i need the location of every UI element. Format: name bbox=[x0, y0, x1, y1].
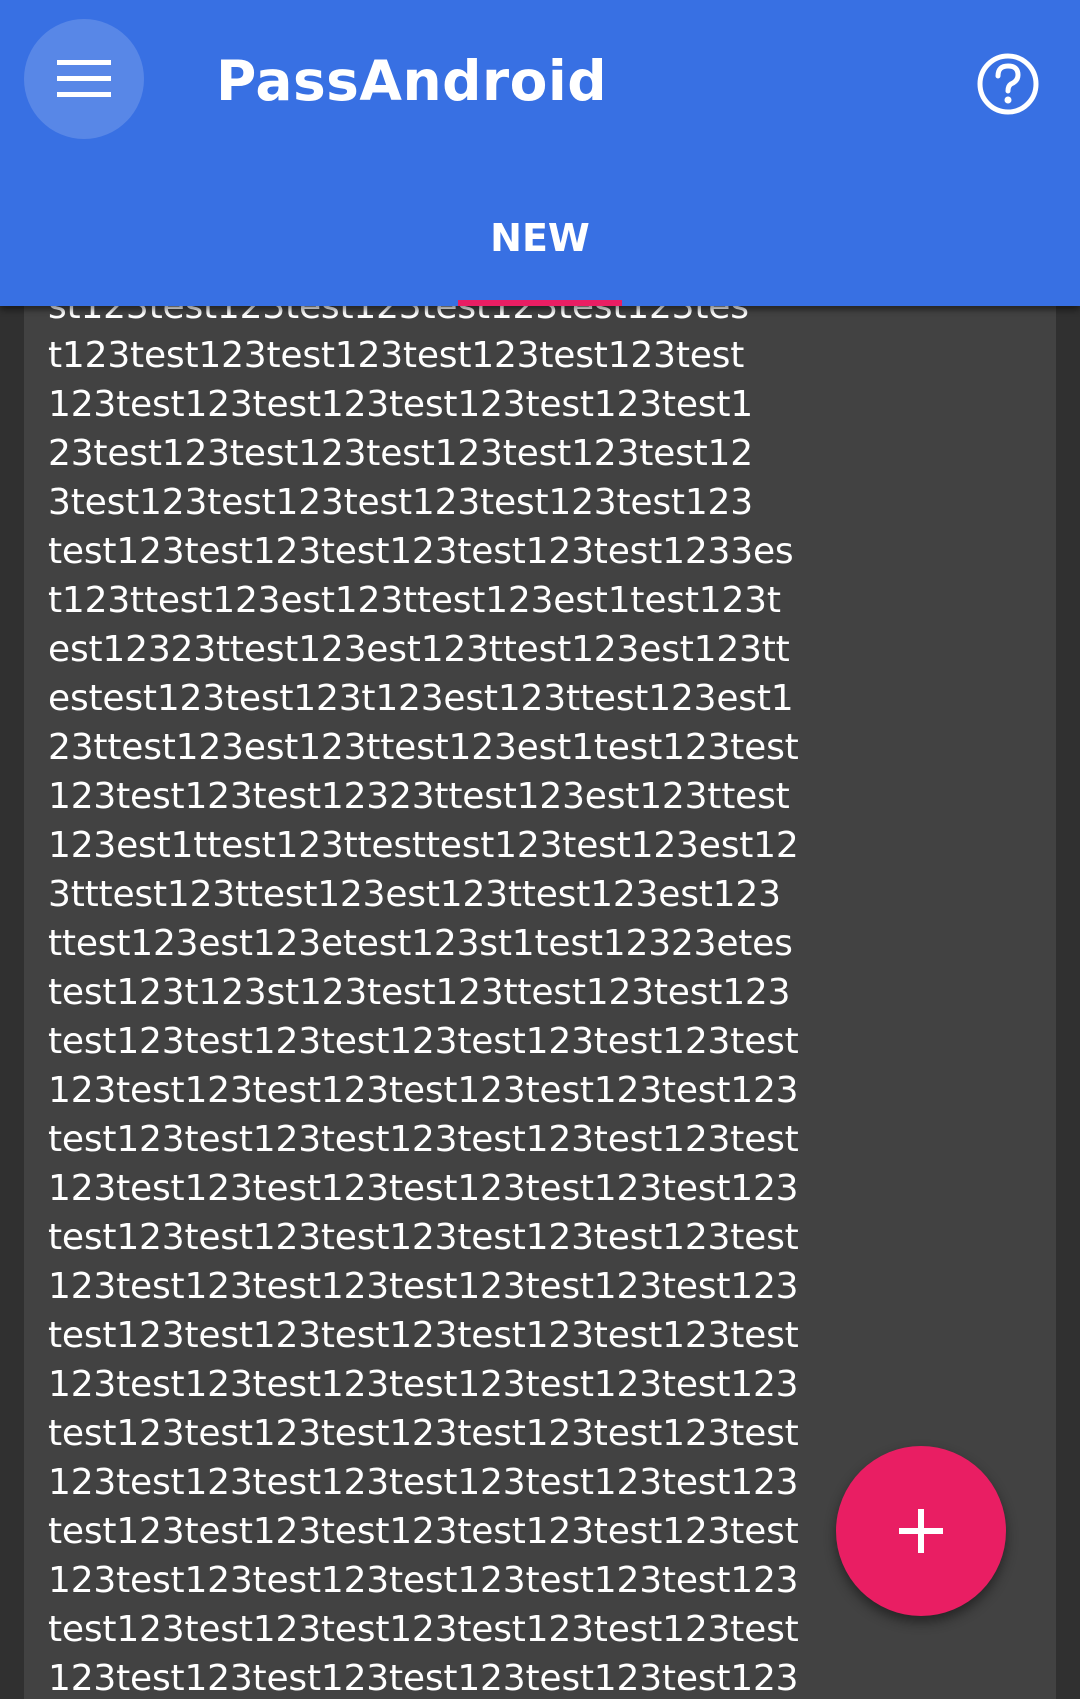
tab-new[interactable]: NEW bbox=[458, 205, 622, 306]
menu-icon bbox=[57, 60, 111, 97]
menu-button[interactable] bbox=[24, 19, 144, 139]
tab-indicator bbox=[458, 300, 622, 306]
app-title: PassAndroid bbox=[216, 49, 608, 113]
plus-icon bbox=[899, 1509, 943, 1553]
help-button[interactable] bbox=[968, 44, 1048, 124]
app-bar: PassAndroid NEW bbox=[0, 0, 1080, 306]
tab-new-label: NEW bbox=[490, 216, 590, 260]
help-circle-icon bbox=[977, 53, 1039, 115]
add-button[interactable] bbox=[836, 1446, 1006, 1616]
screen: st123test123test123test123test123tes t12… bbox=[0, 0, 1080, 1699]
